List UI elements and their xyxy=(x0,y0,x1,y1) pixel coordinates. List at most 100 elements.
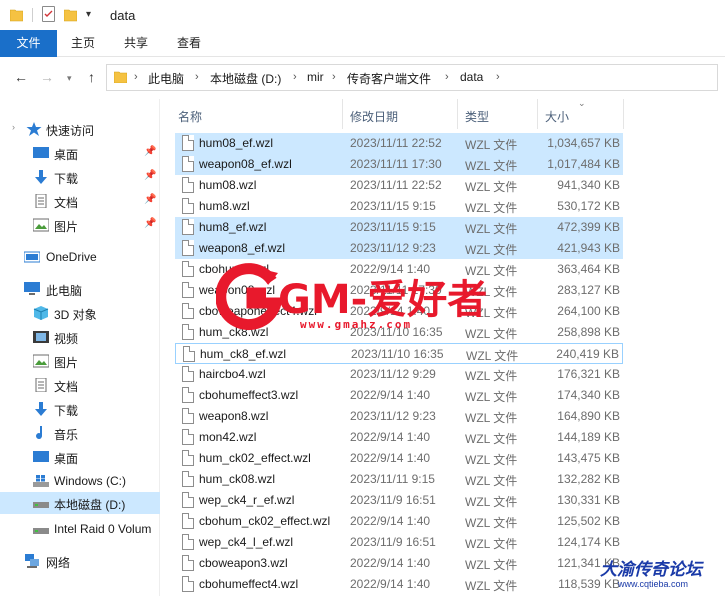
file-row[interactable]: weapon8.wzl 2023/11/12 9:23 WZL 文件 164,890 … xyxy=(175,406,623,427)
column-header-type[interactable]: 类型 xyxy=(465,108,489,125)
file-row[interactable]: cboweaponeffect4.wzl 2022/9/14 1:40 WZL 文件… xyxy=(175,301,623,322)
sidebar-item-documents-pc[interactable]: 文档 xyxy=(0,374,160,396)
file-type: WZL 文件 xyxy=(465,495,518,509)
tab-view[interactable]: 查看 xyxy=(163,30,215,57)
desktop-icon xyxy=(33,147,49,158)
file-row[interactable]: cbohum_ck02_effect.wzl 2022/9/14 1:40 WZL … xyxy=(175,511,623,532)
tab-share[interactable]: 共享 xyxy=(109,30,163,57)
file-name: hum_ck8_ef.wzl xyxy=(200,347,287,361)
recent-locations-chevron-icon[interactable]: ▾ xyxy=(67,73,72,84)
sidebar-item-desktop[interactable]: 桌面 📌 xyxy=(0,142,160,164)
breadcrumb-this-pc[interactable]: 此电脑 xyxy=(148,70,184,87)
breadcrumb-separator-icon[interactable]: › xyxy=(496,71,500,83)
column-divider[interactable] xyxy=(537,99,538,129)
video-icon xyxy=(33,331,49,343)
sidebar-item-downloads-pc[interactable]: 下载 xyxy=(0,398,160,420)
column-header-name[interactable]: 名称 xyxy=(178,108,202,125)
file-icon xyxy=(182,177,194,193)
music-note-icon xyxy=(36,426,43,440)
drive-icon xyxy=(33,528,49,534)
breadcrumb-client-files[interactable]: 传奇客户端文件 xyxy=(347,70,431,87)
sidebar-item-drive-d[interactable]: 本地磁盘 (D:) xyxy=(0,492,160,514)
column-divider[interactable] xyxy=(457,99,458,129)
sidebar-item-pictures[interactable]: 图片 📌 xyxy=(0,214,160,236)
folder-icon[interactable] xyxy=(10,8,23,22)
breadcrumb-drive-d[interactable]: 本地磁盘 (D:) xyxy=(210,70,281,87)
file-row[interactable]: weapon08.wzl 2023/11/11 17:30 WZL 文件 283,12… xyxy=(175,280,623,301)
sidebar-item-pictures-pc[interactable]: 图片 xyxy=(0,350,160,372)
file-row[interactable]: weapon8_ef.wzl 2023/11/12 9:23 WZL 文件 421,9… xyxy=(175,238,623,259)
file-row[interactable]: hum_ck02_effect.wzl 2022/9/14 1:40 WZL 文件 1… xyxy=(175,448,623,469)
file-row[interactable]: cboweapon3.wzl 2022/9/14 1:40 WZL 文件 121,34… xyxy=(175,553,623,574)
file-type: WZL 文件 xyxy=(465,453,518,467)
file-row[interactable]: hum_ck8.wzl 2023/11/10 16:35 WZL 文件 258,898… xyxy=(175,322,623,343)
pin-icon[interactable]: 📌 xyxy=(144,218,156,229)
tab-file[interactable]: 文件 xyxy=(0,30,57,57)
sidebar-item-music[interactable]: 音乐 xyxy=(0,422,160,444)
file-row[interactable]: weapon08_ef.wzl 2023/11/11 17:30 WZL 文件 1,0… xyxy=(175,154,623,175)
address-bar[interactable]: › 此电脑 › 本地磁盘 (D:) › mir › 传奇客户端文件 › data… xyxy=(106,64,718,91)
sidebar-item-this-pc[interactable]: 此电脑 xyxy=(0,278,160,300)
sidebar-item-label: 快速访问 xyxy=(46,124,95,138)
file-row[interactable]: hum8_ef.wzl 2023/11/15 9:15 WZL 文件 472,399 … xyxy=(175,217,623,238)
navigation-pane: › 快速访问 桌面 📌 下载 📌 文档 📌 图片 📌 OneDrive 此电脑 … xyxy=(0,99,160,596)
sidebar-item-raid-volume[interactable]: Intel Raid 0 Volum xyxy=(0,518,160,540)
file-size: 1,034,657 KB xyxy=(547,136,620,150)
properties-icon[interactable] xyxy=(42,6,55,22)
column-header-date[interactable]: 修改日期 xyxy=(350,108,398,125)
forward-arrow-icon[interactable]: → xyxy=(40,69,54,85)
file-row[interactable]: wep_ck4_l_ef.wzl 2023/11/9 16:51 WZL 文件 124… xyxy=(175,532,623,553)
file-date: 2023/11/15 9:15 xyxy=(350,199,436,213)
column-divider[interactable] xyxy=(342,99,343,129)
file-row[interactable]: hum_ck8_ef.wzl 2023/11/10 16:35 WZL 文件 240,… xyxy=(175,343,623,364)
sidebar-item-downloads[interactable]: 下载 📌 xyxy=(0,166,160,188)
file-name: cbohumeffect3.wzl xyxy=(199,388,299,402)
folder-icon xyxy=(114,71,127,83)
file-date: 2023/11/9 16:51 xyxy=(350,535,436,549)
file-row[interactable]: hum8.wzl 2023/11/15 9:15 WZL 文件 530,172 KB xyxy=(175,196,623,217)
document-icon xyxy=(35,378,47,392)
breadcrumb-separator-icon[interactable]: › xyxy=(332,71,336,83)
back-arrow-icon[interactable]: ← xyxy=(14,69,28,85)
breadcrumb-mir[interactable]: mir xyxy=(307,70,324,84)
pin-icon[interactable]: 📌 xyxy=(144,194,156,205)
breadcrumb-separator-icon[interactable]: › xyxy=(134,71,138,83)
sidebar-item-videos[interactable]: 视频 xyxy=(0,326,160,348)
expand-icon[interactable]: › xyxy=(12,122,15,132)
file-row[interactable]: hum08.wzl 2023/11/11 22:52 WZL 文件 941,340 K… xyxy=(175,175,623,196)
file-row[interactable]: hum_ck08.wzl 2023/11/11 9:15 WZL 文件 132,282… xyxy=(175,469,623,490)
file-list: 名称 修改日期 类型 大小 ⌄ hum08_ef.wzl 2023/11/11 2… xyxy=(161,98,725,596)
customize-toolbar-icon[interactable]: ▾ xyxy=(86,9,91,20)
file-icon xyxy=(183,346,195,362)
file-row[interactable]: cbohumeffect4.wzl 2022/9/14 1:40 WZL 文件 118… xyxy=(175,574,623,595)
sidebar-item-drive-c[interactable]: Windows (C:) xyxy=(0,470,160,492)
file-date: 2022/9/14 1:40 xyxy=(350,451,431,465)
file-row[interactable]: wep_ck4_r_ef.wzl 2023/11/9 16:51 WZL 文件 130… xyxy=(175,490,623,511)
sidebar-item-desktop-pc[interactable]: 桌面 xyxy=(0,446,160,468)
sidebar-item-quick-access[interactable]: › 快速访问 xyxy=(0,118,160,140)
file-date: 2022/9/14 1:40 xyxy=(350,430,431,444)
pin-icon[interactable]: 📌 xyxy=(144,146,156,157)
column-header-size[interactable]: 大小 xyxy=(545,108,569,125)
sidebar-item-3d-objects[interactable]: 3D 对象 xyxy=(0,302,160,324)
new-folder-icon[interactable] xyxy=(64,8,77,22)
column-divider[interactable] xyxy=(623,99,624,129)
pin-icon[interactable]: 📌 xyxy=(144,170,156,181)
sidebar-item-onedrive[interactable]: OneDrive xyxy=(0,246,160,268)
file-row[interactable]: cbohum3.wzl 2022/9/14 1:40 WZL 文件 363,464 K… xyxy=(175,259,623,280)
file-row[interactable]: hum08_ef.wzl 2023/11/11 22:52 WZL 文件 1,034,… xyxy=(175,133,623,154)
breadcrumb-separator-icon[interactable]: › xyxy=(293,71,297,83)
file-icon xyxy=(182,366,194,382)
breadcrumb-separator-icon[interactable]: › xyxy=(195,71,199,83)
sidebar-item-network[interactable]: 网络 xyxy=(0,550,160,572)
file-row[interactable]: mon42.wzl 2022/9/14 1:40 WZL 文件 144,189 KB xyxy=(175,427,623,448)
breadcrumb-data[interactable]: data xyxy=(460,70,483,84)
sidebar-item-documents[interactable]: 文档 📌 xyxy=(0,190,160,212)
file-name: cbohum_ck02_effect.wzl xyxy=(199,514,331,528)
file-size: 283,127 KB xyxy=(557,283,620,297)
tab-home[interactable]: 主页 xyxy=(57,30,109,57)
breadcrumb-separator-icon[interactable]: › xyxy=(445,71,449,83)
file-row[interactable]: cbohumeffect3.wzl 2022/9/14 1:40 WZL 文件 174… xyxy=(175,385,623,406)
file-row[interactable]: haircbo4.wzl 2023/11/12 9:29 WZL 文件 176,321… xyxy=(175,364,623,385)
up-arrow-icon[interactable]: ↑ xyxy=(88,69,95,85)
